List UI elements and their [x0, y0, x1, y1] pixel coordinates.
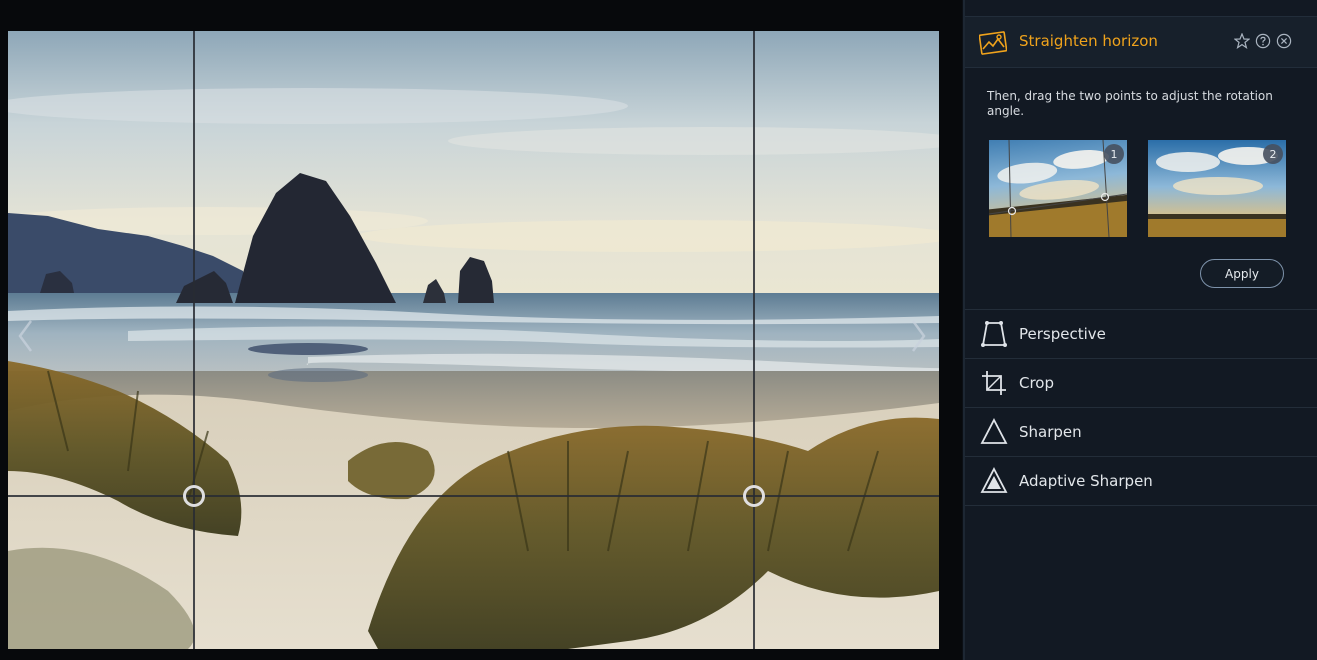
- previous-arrow-icon[interactable]: [10, 311, 40, 361]
- adaptive-sharpen-icon: [979, 466, 1009, 496]
- grid-line-vertical-left: [193, 31, 195, 649]
- thumbnail-badge: 2: [1263, 144, 1283, 164]
- perspective-icon: [979, 319, 1009, 349]
- tool-item-sharpen[interactable]: Sharpen: [965, 407, 1317, 456]
- tool-item-perspective[interactable]: Perspective: [965, 309, 1317, 358]
- tool-label: Adaptive Sharpen: [1019, 472, 1153, 490]
- straighten-horizon-icon: [978, 29, 1008, 55]
- tool-item-crop[interactable]: Crop: [965, 358, 1317, 407]
- tool-panel: Straighten horizon Then, drag the two po…: [963, 0, 1317, 660]
- horizon-guide-line: [8, 495, 939, 497]
- tool-list: Perspective Crop Sharpen Adaptive Sharpe…: [965, 309, 1317, 506]
- tool-label: Crop: [1019, 374, 1055, 392]
- canvas-area: [0, 0, 962, 660]
- thumbnail-badge: 1: [1104, 144, 1124, 164]
- close-icon[interactable]: [1276, 33, 1292, 49]
- example-thumbnail-after: 2: [1148, 140, 1286, 237]
- help-icon[interactable]: [1255, 33, 1271, 49]
- tool-label: Perspective: [1019, 325, 1106, 343]
- sharpen-icon: [979, 417, 1009, 447]
- horizon-point-right-handle[interactable]: [743, 485, 765, 507]
- panel-title: Straighten horizon: [1019, 32, 1158, 50]
- photo-scene: [8, 31, 939, 649]
- tool-label: Sharpen: [1019, 423, 1082, 441]
- instructions-text: Then, drag the two points to adjust the …: [987, 89, 1273, 118]
- beach-photo[interactable]: [8, 31, 939, 649]
- next-arrow-icon[interactable]: [904, 311, 934, 361]
- favorite-star-icon[interactable]: [1233, 32, 1251, 50]
- horizon-point-left-handle[interactable]: [183, 485, 205, 507]
- crop-icon: [979, 368, 1009, 398]
- example-thumbnail-before: 1: [989, 140, 1127, 237]
- app-window: Straighten horizon Then, drag the two po…: [0, 0, 1317, 660]
- grid-line-vertical-right: [753, 31, 755, 649]
- straighten-horizon-header[interactable]: Straighten horizon: [965, 16, 1317, 68]
- tool-item-adaptive-sharpen[interactable]: Adaptive Sharpen: [965, 456, 1317, 506]
- apply-button[interactable]: Apply: [1200, 259, 1284, 288]
